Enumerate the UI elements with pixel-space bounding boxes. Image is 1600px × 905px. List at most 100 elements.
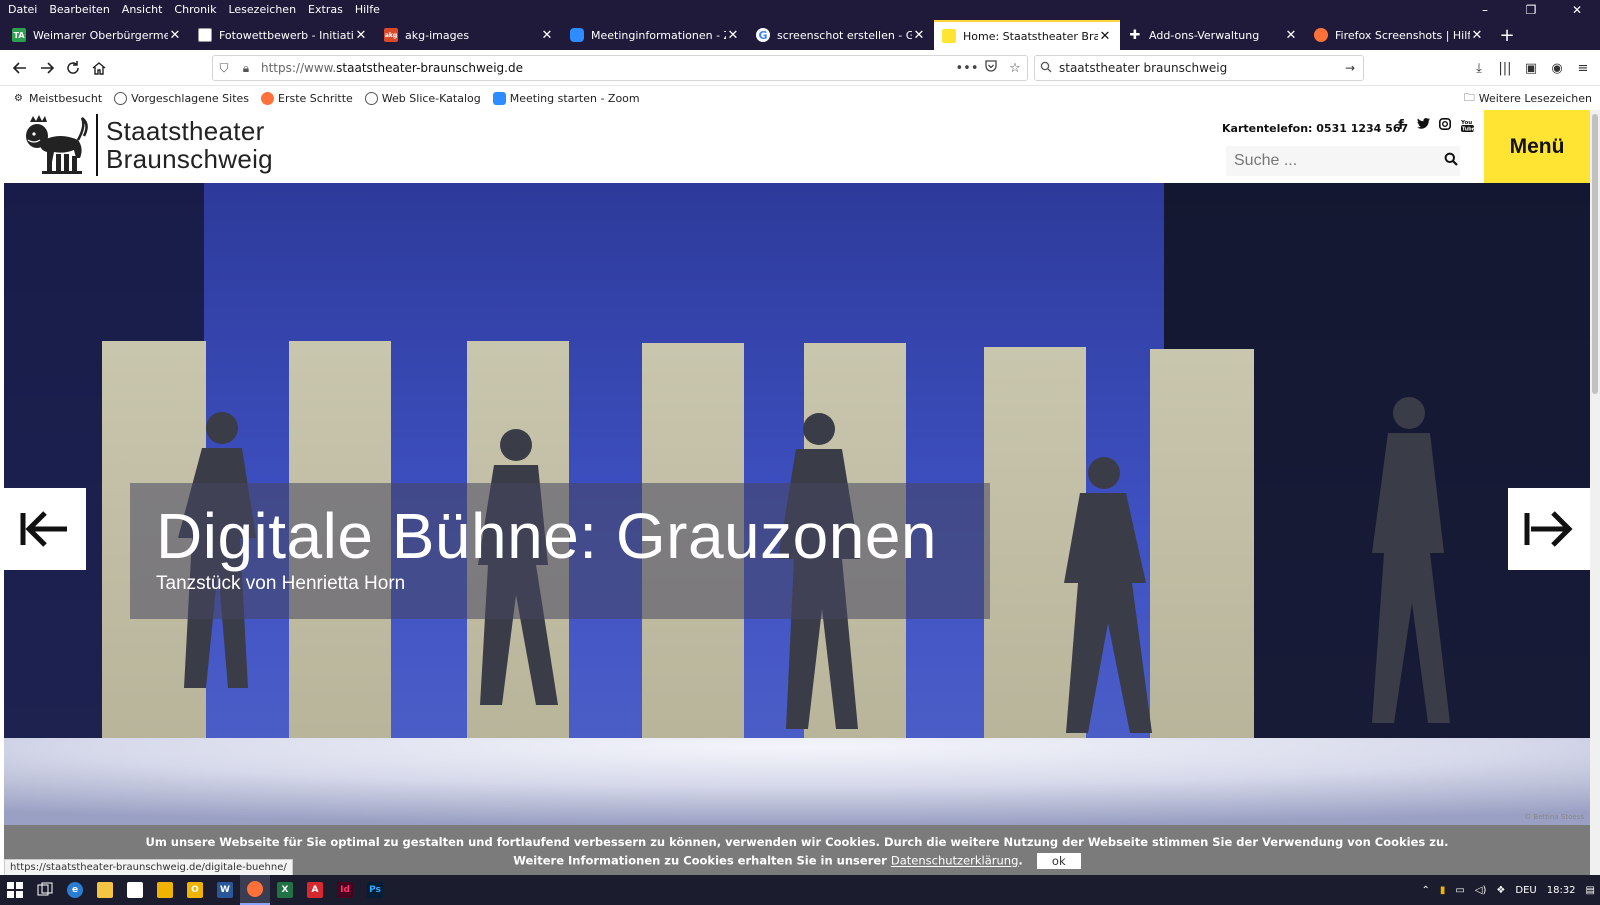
menu-bearbeiten[interactable]: Bearbeiten <box>43 0 115 20</box>
reload-button[interactable] <box>61 56 85 80</box>
windows-logo-icon <box>7 882 23 898</box>
minimize-button[interactable]: – <box>1462 0 1508 20</box>
link-status-url: https://staatstheater-braunschweig.de/di… <box>4 859 293 876</box>
site-logo[interactable]: Staatstheater Braunschweig <box>20 112 273 178</box>
taskbar-photoshop[interactable]: Ps <box>360 875 390 905</box>
reload-icon <box>67 61 79 74</box>
slider-prev-button[interactable] <box>4 488 86 570</box>
hero-title[interactable]: Digitale Bühne: Grauzonen <box>156 499 937 573</box>
pocket-icon[interactable] <box>979 59 1003 77</box>
forward-button[interactable] <box>35 56 59 80</box>
privacy-policy-link[interactable]: Datenschutzerklärung <box>891 854 1019 868</box>
close-tab-icon[interactable]: ✕ <box>1470 28 1484 43</box>
tab-zoom-meeting[interactable]: Meetinginformationen - Zoom ✕ <box>562 20 748 50</box>
search-bar[interactable]: staatstheater braunschweig → <box>1034 55 1364 81</box>
search-icon <box>1035 61 1057 76</box>
tab-weimarer[interactable]: TA Weimarer Oberbürgermeister z ✕ <box>4 20 190 50</box>
taskbar-edge[interactable]: e <box>60 875 90 905</box>
twitter-icon[interactable] <box>1412 118 1434 136</box>
page-scrollbar[interactable] <box>1590 110 1600 875</box>
close-tab-icon[interactable]: ✕ <box>540 28 554 43</box>
home-button[interactable] <box>87 56 111 80</box>
library-icon[interactable]: ||| <box>1492 56 1518 80</box>
back-button[interactable] <box>8 56 32 80</box>
menu-ansicht[interactable]: Ansicht <box>116 0 169 20</box>
close-tab-icon[interactable]: ✕ <box>1284 28 1298 43</box>
menu-lesezeichen[interactable]: Lesezeichen <box>222 0 302 20</box>
menu-chronik[interactable]: Chronik <box>168 0 222 20</box>
tab-akg-images[interactable]: akg akg-images ✕ <box>376 20 562 50</box>
bookmark-zoom[interactable]: Meeting starten - Zoom <box>492 91 640 105</box>
close-window-button[interactable]: ✕ <box>1554 0 1600 20</box>
menu-hilfe[interactable]: Hilfe <box>349 0 386 20</box>
menu-extras[interactable]: Extras <box>302 0 349 20</box>
taskbar-store[interactable] <box>120 875 150 905</box>
facebook-icon[interactable]: f <box>1390 118 1412 136</box>
bookmark-web-slice-katalog[interactable]: Web Slice-Katalog <box>364 91 481 105</box>
cookie-info-text: Weitere Informationen zu Cookies erhalte… <box>513 853 887 868</box>
logo-line1: Staatstheater <box>106 116 265 146</box>
tab-fotowettbewerb[interactable]: Fotowettbewerb - Initiative Kul ✕ <box>190 20 376 50</box>
tab-addons[interactable]: ✚ Add-ons-Verwaltung ✕ <box>1120 20 1306 50</box>
bookmark-vorgeschlagene-sites[interactable]: Vorgeschlagene Sites <box>114 91 249 105</box>
site-menu-button[interactable]: Menü <box>1484 110 1590 183</box>
tray-chevron-up-icon[interactable]: ⌃ <box>1416 885 1434 896</box>
sidebar-icon[interactable]: ▣ <box>1518 56 1544 80</box>
taskbar-media[interactable] <box>150 875 180 905</box>
scrollbar-thumb[interactable] <box>1592 114 1598 394</box>
tab-staatstheater[interactable]: Home: Staatstheater Braunsch ✕ <box>934 20 1120 50</box>
tab-google-search[interactable]: G screenschot erstellen - Google ✕ <box>748 20 934 50</box>
taskbar-word[interactable]: W <box>210 875 240 905</box>
slider-next-button[interactable] <box>1508 488 1590 570</box>
restore-button[interactable]: ❐ <box>1508 0 1554 20</box>
taskbar-excel[interactable]: X <box>270 875 300 905</box>
more-bookmarks[interactable]: 🗀 Weitere Lesezeichen <box>1464 86 1592 110</box>
tray-app-icon[interactable]: ▮ <box>1435 885 1451 896</box>
hero-subtitle: Tanzstück von Henrietta Horn <box>156 573 406 594</box>
new-tab-button[interactable]: + <box>1492 20 1522 50</box>
close-tab-icon[interactable]: ✕ <box>354 28 368 43</box>
bookmark-erste-schritte[interactable]: Erste Schritte <box>261 91 353 105</box>
lion-logo-icon <box>26 115 88 174</box>
download-icon[interactable]: ⤓ <box>1466 56 1492 80</box>
navigation-toolbar: ⛉ 🔒︎ https://www.staatstheater-braunschw… <box>0 50 1600 86</box>
url-text[interactable]: https://www.staatstheater-braunschweig.d… <box>257 61 955 75</box>
taskbar-firefox[interactable] <box>240 875 270 905</box>
search-icon[interactable] <box>1441 152 1460 170</box>
volume-icon[interactable]: ◁) <box>1470 885 1492 896</box>
tab-firefox-screenshots[interactable]: Firefox Screenshots | Hilfe zu Fi ✕ <box>1306 20 1492 50</box>
taskbar-app-o[interactable]: O <box>180 875 210 905</box>
hamburger-menu-icon[interactable]: ≡ <box>1570 56 1596 80</box>
notifications-icon[interactable]: ▤ <box>1581 885 1600 896</box>
url-bar[interactable]: ⛉ 🔒︎ https://www.staatstheater-braunschw… <box>212 55 1028 81</box>
close-tab-icon[interactable]: ✕ <box>168 28 182 43</box>
account-icon[interactable]: ◉ <box>1544 56 1570 80</box>
site-search-input[interactable] <box>1226 152 1441 170</box>
language-indicator[interactable]: DEU <box>1510 885 1541 896</box>
taskbar-explorer[interactable] <box>90 875 120 905</box>
shield-icon[interactable]: ⛉ <box>213 61 235 76</box>
close-tab-icon[interactable]: ✕ <box>912 28 926 43</box>
taskbar-acrobat[interactable]: A <box>300 875 330 905</box>
taskbar-indesign[interactable]: Id <box>330 875 360 905</box>
start-button[interactable] <box>0 875 30 905</box>
menu-datei[interactable]: Datei <box>0 0 43 20</box>
bookmark-meistbesucht[interactable]: ⚙ Meistbesucht <box>12 92 102 105</box>
cookie-ok-button[interactable]: ok <box>1036 853 1081 869</box>
box-office-phone[interactable]: Kartentelefon: 0531 1234 567 <box>1222 122 1408 135</box>
dropbox-icon[interactable]: ❖ <box>1491 885 1510 896</box>
instagram-icon[interactable] <box>1434 118 1456 136</box>
close-tab-icon[interactable]: ✕ <box>1098 29 1112 44</box>
lock-icon[interactable]: 🔒︎ <box>235 61 257 76</box>
tab-title: Weimarer Oberbürgermeister z <box>33 28 168 42</box>
network-icon[interactable]: ▭ <box>1450 885 1469 896</box>
search-go-icon[interactable]: → <box>1337 61 1363 75</box>
youtube-icon[interactable]: You Tube <box>1456 118 1478 136</box>
search-input[interactable]: staatstheater braunschweig <box>1057 61 1337 75</box>
clock[interactable]: 18:32 <box>1542 885 1581 896</box>
page-actions-icon[interactable]: ••• <box>955 61 979 76</box>
close-tab-icon[interactable]: ✕ <box>726 28 740 43</box>
task-view-button[interactable] <box>30 875 60 905</box>
hero-caption[interactable]: Digitale Bühne: Grauzonen Tanzstück von … <box>130 483 990 619</box>
bookmark-star-icon[interactable]: ☆ <box>1003 61 1027 76</box>
